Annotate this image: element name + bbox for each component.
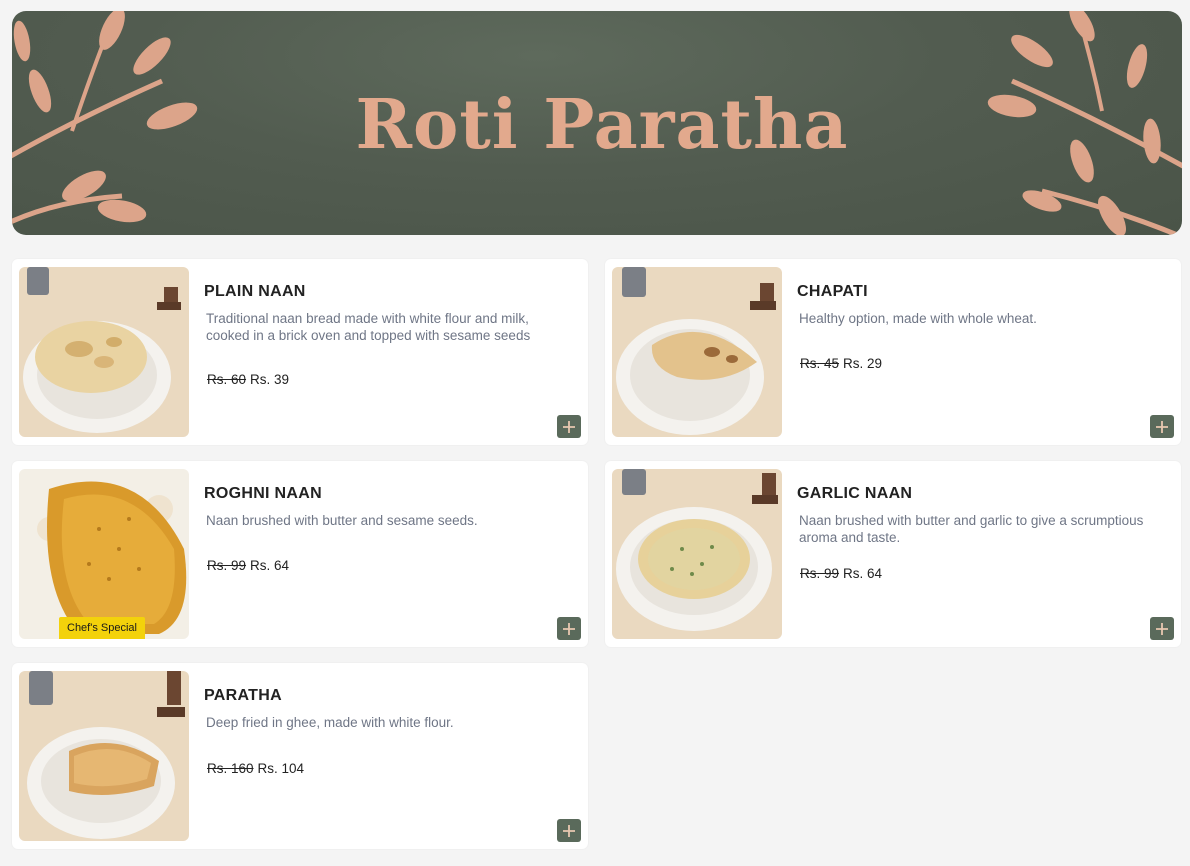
add-to-cart-button[interactable] <box>1150 617 1174 640</box>
paratha-photo <box>19 671 189 841</box>
item-description: Traditional naan bread made with white f… <box>206 311 531 343</box>
menu-item-plain-naan[interactable]: PLAIN NAAN Traditional naan bread made w… <box>12 259 588 445</box>
current-price: Rs. 64 <box>843 566 883 581</box>
item-price: Rs. 99 Rs. 64 <box>800 566 882 581</box>
plus-icon <box>563 622 575 635</box>
menu-item-garlic-naan[interactable]: GARLIC NAAN Naan brushed with butter and… <box>605 461 1181 647</box>
item-description: Naan brushed with butter and sesame seed… <box>206 513 478 528</box>
garlic-naan-photo <box>612 469 782 639</box>
old-price: Rs. 99 <box>207 558 247 573</box>
item-name: PARATHA <box>204 687 282 704</box>
old-price: Rs. 160 <box>207 761 254 776</box>
item-description: Naan brushed with butter and garlic to g… <box>799 513 1144 545</box>
menu-item-chapati[interactable]: CHAPATI Healthy option, made with whole … <box>605 259 1181 445</box>
add-to-cart-button[interactable] <box>557 819 581 842</box>
current-price: Rs. 39 <box>250 372 290 387</box>
add-to-cart-button[interactable] <box>557 617 581 640</box>
item-price: Rs. 60 Rs. 39 <box>207 372 289 387</box>
plus-icon <box>1156 420 1168 433</box>
item-description: Deep fried in ghee, made with white flou… <box>206 715 454 730</box>
menu-item-roghni-naan[interactable]: Chef's Special ROGHNI NAAN Naan brushed … <box>12 461 588 647</box>
old-price: Rs. 60 <box>207 372 247 387</box>
item-description: Healthy option, made with whole wheat. <box>799 311 1037 326</box>
plus-icon <box>563 824 575 837</box>
current-price: Rs. 29 <box>843 356 883 371</box>
item-price: Rs. 45 Rs. 29 <box>800 356 882 371</box>
current-price: Rs. 64 <box>250 558 290 573</box>
item-name: GARLIC NAAN <box>797 485 913 502</box>
plus-icon <box>1156 622 1168 635</box>
roghni-naan-photo: Chef's Special <box>19 469 189 639</box>
header-banner: Roti Paratha <box>12 11 1182 235</box>
item-price: Rs. 160 Rs. 104 <box>207 761 304 776</box>
menu-grid: PLAIN NAAN Traditional naan bread made w… <box>12 259 1181 849</box>
old-price: Rs. 99 <box>800 566 840 581</box>
item-name: PLAIN NAAN <box>204 283 306 300</box>
chefs-special-badge: Chef's Special <box>59 617 145 639</box>
item-price: Rs. 99 Rs. 64 <box>207 558 289 573</box>
item-name: ROGHNI NAAN <box>204 485 322 502</box>
leaf-decoration-right <box>987 11 1182 235</box>
chapati-photo <box>612 267 782 437</box>
item-name: CHAPATI <box>797 283 868 300</box>
menu-item-paratha[interactable]: PARATHA Deep fried in ghee, made with wh… <box>12 663 588 849</box>
old-price: Rs. 45 <box>800 356 840 371</box>
plain-naan-photo <box>19 267 189 437</box>
add-to-cart-button[interactable] <box>1150 415 1174 438</box>
add-to-cart-button[interactable] <box>557 415 581 438</box>
plus-icon <box>563 420 575 433</box>
current-price: Rs. 104 <box>257 761 305 776</box>
